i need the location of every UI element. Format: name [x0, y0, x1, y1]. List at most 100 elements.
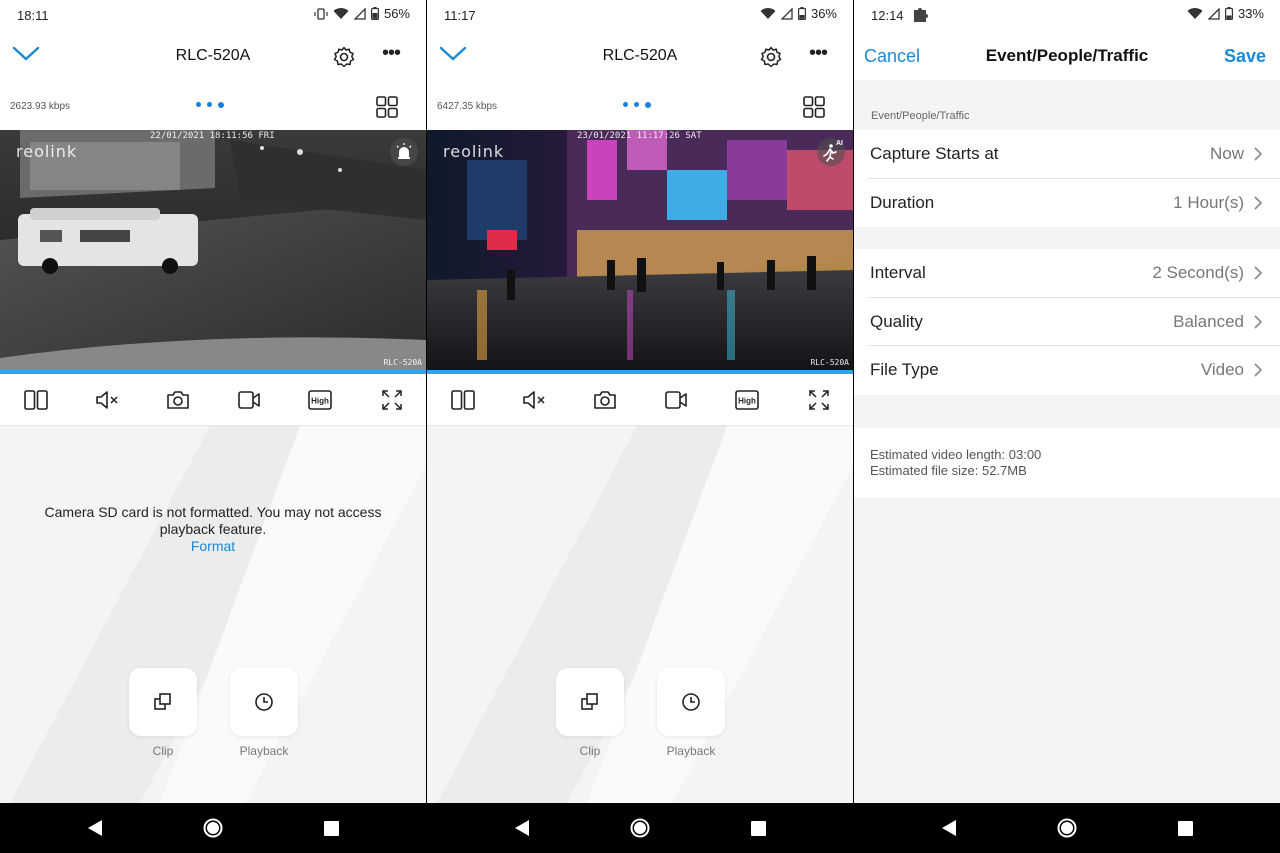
sd-card-warning: Camera SD card is not formatted. You may…	[44, 504, 382, 537]
signal-icon	[353, 7, 366, 20]
gear-icon[interactable]	[332, 45, 356, 69]
page-indicator	[196, 101, 224, 108]
setting-row-duration[interactable]: Duration 1 Hour(s)	[868, 179, 1280, 228]
page-indicator	[623, 101, 651, 108]
playback-button[interactable]	[230, 668, 298, 736]
quality-high-badge: High	[735, 390, 759, 410]
gear-icon[interactable]	[759, 45, 783, 69]
vibrate-icon	[314, 7, 328, 20]
live-view-screen-night: 18:11 56% RLC-520A ••• 2623.93 kbps reol…	[0, 0, 426, 853]
setting-value: Balanced	[1173, 311, 1244, 331]
wifi-icon	[760, 7, 776, 19]
bitrate-readout: 2623.93 kbps	[10, 101, 71, 112]
nav-back-icon[interactable]	[86, 818, 104, 838]
nav-home-icon[interactable]	[630, 818, 650, 838]
signal-icon	[1207, 7, 1220, 20]
page-title: Event/People/Traffic	[985, 46, 1149, 65]
battery-percent: 36%	[810, 6, 837, 21]
siren-button[interactable]	[390, 138, 418, 166]
live-video-feed[interactable]: reolink 22/01/2021 18:11:56 FRI RLC-520A	[0, 130, 426, 370]
more-options-icon[interactable]: •••	[378, 43, 404, 67]
mute-icon[interactable]	[95, 388, 119, 412]
camera-label-overlay: RLC-520A	[810, 358, 849, 367]
setting-row-quality[interactable]: Quality Balanced	[868, 298, 1280, 346]
background-stripes	[10, 426, 426, 803]
chevron-right-icon	[1254, 363, 1262, 377]
clip-label: Clip	[579, 744, 601, 758]
quality-high-icon[interactable]: High	[308, 388, 332, 412]
clip-button[interactable]	[556, 668, 624, 736]
setting-value: 2 Second(s)	[1152, 263, 1244, 282]
battery-icon	[370, 7, 379, 20]
nav-recents-icon[interactable]	[323, 818, 341, 838]
mute-icon[interactable]	[522, 388, 546, 412]
stream-info-bar: 2623.93 kbps	[0, 80, 426, 130]
playback-area: Clip Playback	[427, 426, 853, 803]
signal-icon	[780, 7, 793, 20]
split-view-icon[interactable]	[24, 388, 48, 412]
setting-label: Quality	[870, 311, 923, 331]
record-icon[interactable]	[237, 388, 261, 412]
format-link[interactable]: Format	[0, 538, 426, 554]
quality-high-icon[interactable]: High	[735, 388, 759, 412]
puzzle-notification-icon	[914, 8, 928, 22]
clip-button[interactable]	[129, 668, 197, 736]
brand-overlay: reolink	[16, 142, 78, 161]
control-bar: High	[427, 374, 853, 426]
fullscreen-icon[interactable]	[380, 388, 404, 412]
top-bar: RLC-520A •••	[0, 30, 426, 80]
multi-view-grid-icon[interactable]	[376, 96, 398, 118]
ai-detection-badge[interactable]: AI	[817, 138, 845, 166]
setting-row-capture-start[interactable]: Capture Starts at Now	[868, 130, 1280, 179]
setting-label: File Type	[870, 360, 939, 379]
camera-label-overlay: RLC-520A	[383, 358, 422, 367]
android-nav-bar	[854, 803, 1280, 853]
svg-text:High: High	[738, 397, 756, 406]
nav-back-icon[interactable]	[513, 818, 531, 838]
setting-row-file-type[interactable]: File Type Video	[868, 346, 1280, 395]
multi-view-grid-icon[interactable]	[803, 96, 825, 118]
status-bar: 12:14 33%	[854, 0, 1280, 30]
ai-label: AI	[836, 140, 843, 147]
more-options-icon[interactable]: •••	[805, 43, 831, 67]
nav-home-icon[interactable]	[1057, 818, 1077, 838]
settings-header: Cancel Event/People/Traffic Save	[854, 30, 1280, 80]
stream-info-bar: 6427.35 kbps	[427, 80, 853, 130]
status-bar: 18:11 56%	[0, 0, 426, 30]
settings-body: Event/People/Traffic Capture Starts at N…	[854, 80, 1280, 803]
estimated-length: Estimated video length: 03:00	[870, 447, 1042, 462]
android-nav-bar	[427, 803, 853, 853]
chevron-right-icon	[1254, 147, 1262, 161]
status-time: 12:14	[871, 8, 904, 23]
setting-label: Interval	[870, 263, 926, 282]
camera-name: RLC-520A	[175, 47, 251, 64]
save-button[interactable]: Save	[1224, 46, 1266, 67]
fullscreen-icon[interactable]	[807, 388, 831, 412]
wifi-icon	[333, 7, 349, 19]
nav-recents-icon[interactable]	[1177, 818, 1195, 838]
timestamp-overlay: 22/01/2021 18:11:56 FRI	[150, 131, 275, 141]
wifi-icon	[1187, 7, 1203, 19]
estimate-panel: Estimated video length: 03:00 Estimated …	[854, 428, 1280, 498]
record-icon[interactable]	[664, 388, 688, 412]
quality-high-badge: High	[308, 390, 332, 410]
top-bar: RLC-520A •••	[427, 30, 853, 80]
snapshot-icon[interactable]	[166, 388, 190, 412]
control-bar: High	[0, 374, 426, 426]
nav-back-icon[interactable]	[940, 818, 958, 838]
nav-recents-icon[interactable]	[750, 818, 768, 838]
brand-overlay: reolink	[443, 142, 505, 161]
split-view-icon[interactable]	[451, 388, 475, 412]
siren-icon	[396, 143, 412, 159]
nav-home-icon[interactable]	[203, 818, 223, 838]
playback-button[interactable]	[657, 668, 725, 736]
playback-area: Camera SD card is not formatted. You may…	[0, 426, 426, 803]
battery-icon	[797, 7, 806, 20]
clip-icon	[581, 693, 598, 710]
setting-row-interval[interactable]: Interval 2 Second(s)	[868, 249, 1280, 298]
snapshot-icon[interactable]	[593, 388, 617, 412]
background-stripes	[437, 426, 853, 803]
setting-value: Now	[1209, 144, 1244, 163]
live-video-feed[interactable]: reolink 23/01/2021 11:17:26 SAT RLC-520A…	[427, 130, 853, 370]
settings-group-output: Interval 2 Second(s) Quality Balanced Fi…	[854, 249, 1280, 395]
